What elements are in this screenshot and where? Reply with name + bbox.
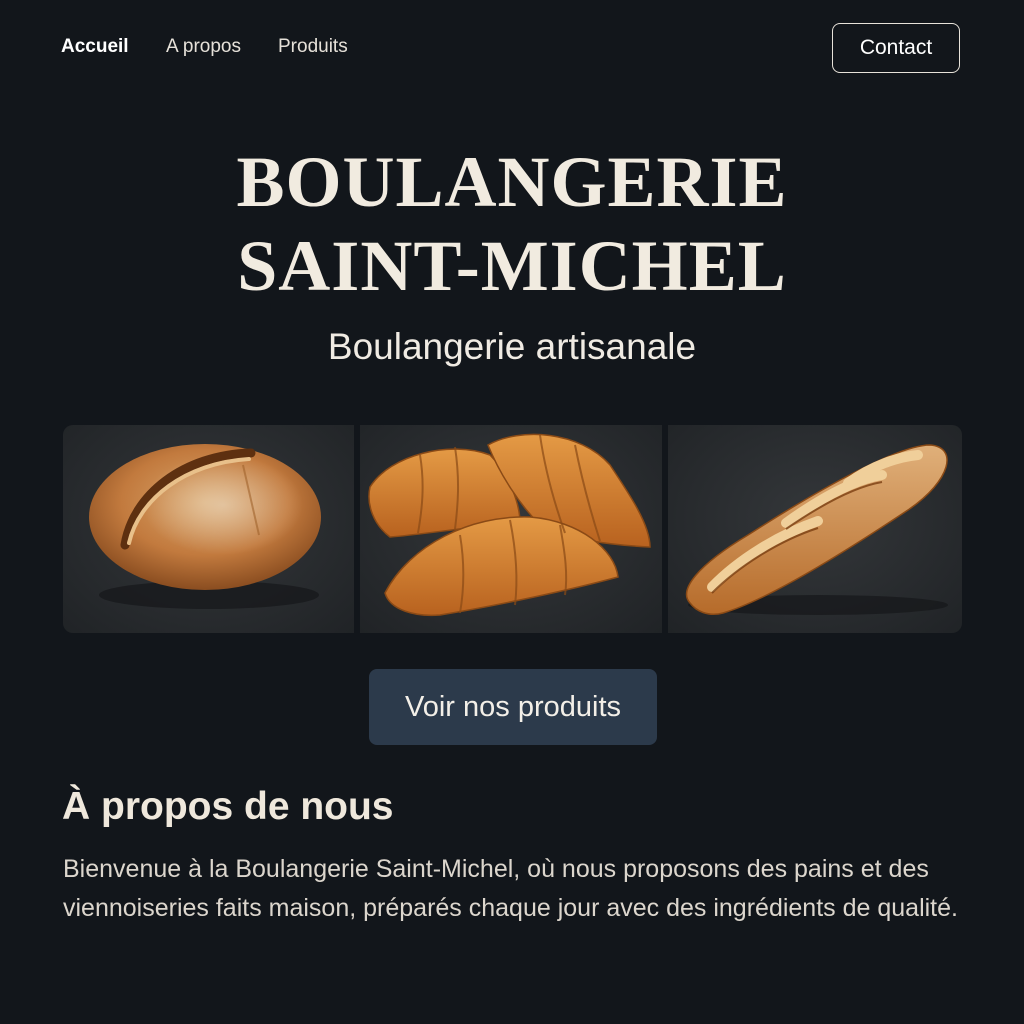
product-gallery: [63, 425, 962, 633]
top-navigation: Accueil A propos Produits Contact: [0, 0, 1024, 100]
about-section-title: À propos de nous: [62, 785, 394, 828]
hero-tagline: Boulangerie artisanale: [327, 326, 697, 367]
hero-title-line-2: SAINT-MICHEL: [237, 226, 787, 306]
baguette-image: [668, 425, 962, 633]
hero-title-line-1: BOULANGERIE: [236, 142, 788, 222]
round-country-loaf-image: [63, 425, 354, 633]
hero-title: BOULANGERIE SAINT-MICHEL: [0, 140, 1024, 308]
view-products-button[interactable]: Voir nos produits: [369, 669, 657, 745]
nav-link-a-propos[interactable]: A propos: [166, 36, 241, 58]
about-section-text: Bienvenue à la Boulangerie Saint-Michel,…: [63, 855, 958, 922]
nav-link-accueil[interactable]: Accueil: [61, 36, 129, 58]
nav-link-produits[interactable]: Produits: [278, 36, 348, 58]
croissants-image: [360, 425, 662, 633]
contact-button[interactable]: Contact: [832, 23, 960, 73]
